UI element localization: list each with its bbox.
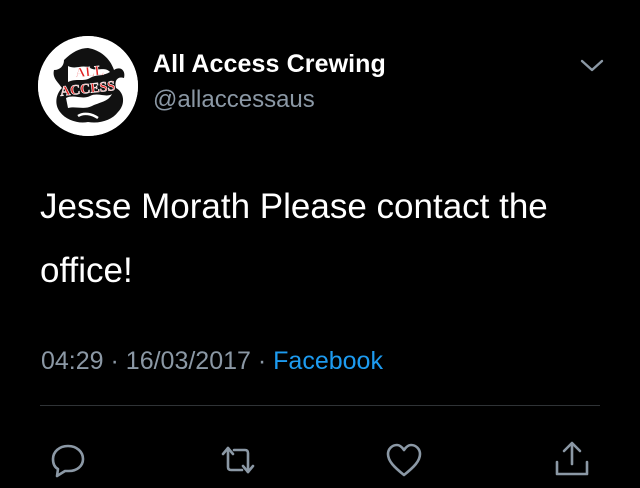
divider <box>40 405 600 406</box>
reply-button[interactable] <box>48 440 88 480</box>
like-icon <box>386 443 422 477</box>
timestamp-date: 16/03/2017 <box>125 347 251 375</box>
all-access-logo: ALL ACCESS <box>38 36 138 136</box>
retweet-button[interactable] <box>218 440 258 480</box>
reply-icon <box>51 444 85 478</box>
source-link[interactable]: Facebook <box>273 347 383 375</box>
share-button[interactable] <box>552 440 592 480</box>
share-icon <box>555 441 589 476</box>
display-name[interactable]: All Access Crewing <box>153 50 386 79</box>
meta-separator: · <box>257 347 267 375</box>
retweet-icon <box>221 446 255 474</box>
meta-separator: · <box>110 347 119 375</box>
logo-text-all: ALL <box>75 64 105 82</box>
timestamp-time: 04:29 <box>41 347 104 375</box>
user-handle[interactable]: @allaccessaus <box>153 86 315 114</box>
tweet-meta: 04:29 · 16/03/2017 · Facebook <box>41 347 383 376</box>
avatar[interactable]: ALL ACCESS <box>38 36 138 136</box>
like-button[interactable] <box>384 440 424 480</box>
tweet-text: Jesse Morath Please contact the office! <box>40 187 548 290</box>
chevron-down-icon[interactable] <box>578 56 606 76</box>
